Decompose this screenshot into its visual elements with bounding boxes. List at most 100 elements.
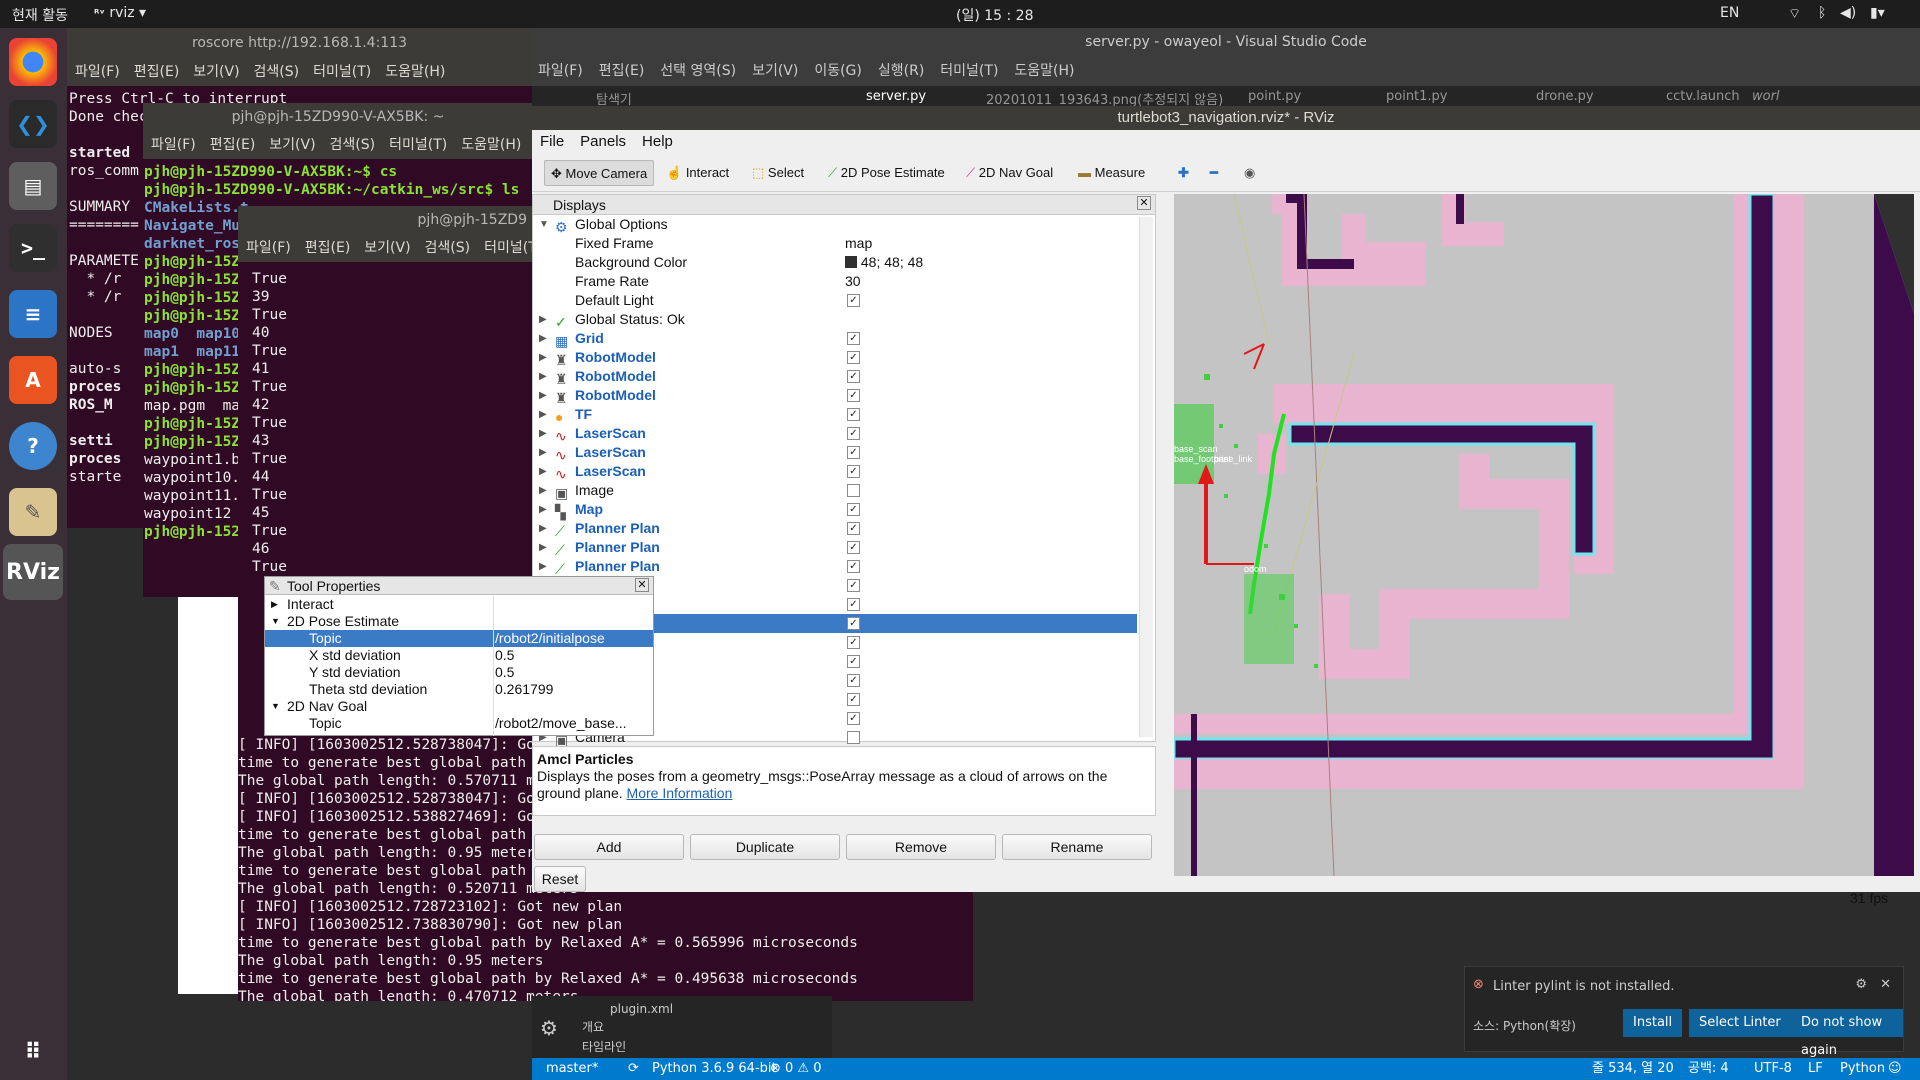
global-options-row[interactable]: ▼ ⚙ Global Options <box>533 215 1137 235</box>
rviz-menu-panels[interactable]: Panels <box>580 133 626 150</box>
tab-world[interactable]: worl <box>1752 89 1780 104</box>
pose-estimate-tool[interactable]: ⟋ 2D Pose Estimate <box>822 160 951 186</box>
display-row[interactable]: ▶ ⟋ Planner Plan ✓ <box>533 538 1137 558</box>
add-tool-icon[interactable]: ✚ <box>1172 160 1195 186</box>
display-row[interactable]: ▶ ⟋ Planner Plan ✓ <box>533 519 1137 539</box>
expand-arrow-icon[interactable]: ▶ <box>539 519 547 538</box>
show-apps-icon[interactable]: ⠿ <box>9 1028 57 1076</box>
menu-file[interactable]: 파일(F) <box>246 240 291 256</box>
bluetooth-icon[interactable]: ᛒ <box>1818 5 1826 21</box>
y-std-row[interactable]: Y std deviation 0.5 <box>265 664 653 681</box>
display-checkbox[interactable]: ✓ <box>847 541 860 554</box>
menu-edit[interactable]: 편집(E) <box>305 240 351 256</box>
fixed-frame-row[interactable]: Fixed Frame map <box>533 234 1137 253</box>
display-checkbox[interactable]: ✓ <box>847 503 860 516</box>
duplicate-button[interactable]: Duplicate <box>690 834 840 860</box>
display-checkbox[interactable]: ✓ <box>847 465 860 478</box>
menu-help[interactable]: 도움말(H) <box>385 64 445 80</box>
vs-menu-file[interactable]: 파일(F) <box>538 63 583 79</box>
display-checkbox[interactable]: ✓ <box>847 636 860 649</box>
display-checkbox[interactable]: ✓ <box>847 712 860 725</box>
app-menu[interactable]: ᴿᵛ rviz ▾ <box>94 5 146 21</box>
clock[interactable]: (일) 15 : 28 <box>956 5 1034 25</box>
python-interpreter[interactable]: Python 3.6.9 64-bit <box>652 1058 777 1080</box>
display-row[interactable]: ▶ ♜ RobotModel ✓ <box>533 348 1137 368</box>
display-row[interactable]: ▶ ⟋ Planner Plan ✓ <box>533 557 1137 577</box>
menu-edit[interactable]: 편집(E) <box>210 137 256 153</box>
display-checkbox[interactable]: ✓ <box>847 332 860 345</box>
display-checkbox[interactable]: ✓ <box>847 427 860 440</box>
display-row[interactable]: ▶ ∿ LaserScan ✓ <box>533 424 1137 444</box>
file-plugin-xml[interactable]: plugin.xml <box>610 1002 673 1016</box>
chrome-icon[interactable] <box>9 38 57 86</box>
display-checkbox[interactable]: ✓ <box>847 693 860 706</box>
do-not-show-button[interactable]: Do not show again <box>1791 1009 1903 1058</box>
menu-view[interactable]: 보기(V) <box>364 240 410 256</box>
expand-arrow-icon[interactable]: ▶ <box>539 367 547 386</box>
vs-menu-terminal[interactable]: 터미널(T) <box>940 63 998 79</box>
expand-arrow-icon[interactable]: ▶ <box>539 443 547 462</box>
more-information-link[interactable]: More Information <box>627 785 733 801</box>
expand-arrow-icon[interactable]: ▶ <box>539 538 547 557</box>
outline-section[interactable]: 개요 <box>582 1018 604 1035</box>
help-icon[interactable]: ? <box>9 422 57 470</box>
menu-view[interactable]: 보기(V) <box>193 64 239 80</box>
remove-button[interactable]: Remove <box>846 834 996 860</box>
menu-edit[interactable]: 편집(E) <box>134 64 180 80</box>
checkbox[interactable]: ✓ <box>847 294 860 307</box>
display-checkbox[interactable] <box>847 731 860 744</box>
display-row[interactable]: ▶ ▚ Map ✓ <box>533 500 1137 520</box>
display-row[interactable]: ▶ ● TF ✓ <box>533 405 1137 425</box>
git-branch[interactable]: master* <box>546 1058 598 1080</box>
display-checkbox[interactable]: ✓ <box>847 674 860 687</box>
files-icon[interactable]: ▤ <box>9 162 57 210</box>
menu-file[interactable]: 파일(F) <box>75 64 120 80</box>
display-row[interactable]: ▶ ♜ RobotModel ✓ <box>533 367 1137 387</box>
frame-rate-row[interactable]: Frame Rate 30 <box>533 272 1137 291</box>
indentation[interactable]: 공백: 4 <box>1688 1058 1729 1080</box>
expand-arrow-icon[interactable]: ▶ <box>539 386 547 405</box>
terminal-loop[interactable]: pjh@pjh-15ZD9 파일(F) 편집(E) 보기(V) 검색(S) 터미널(T)… <box>238 206 533 576</box>
expand-arrow-icon[interactable]: ▶ <box>539 462 547 481</box>
wifi-icon[interactable]: ⌔ <box>1788 5 1801 23</box>
explorer-header[interactable]: 탐색기 <box>596 89 632 106</box>
terminal-icon[interactable]: >_ <box>9 224 57 272</box>
display-checkbox[interactable]: ✓ <box>847 579 860 592</box>
close-icon[interactable]: ✕ <box>1137 196 1151 210</box>
scrollbar[interactable] <box>1139 217 1153 737</box>
nav-goal-row[interactable]: ▼ 2D Nav Goal <box>265 698 653 715</box>
vs-menu-go[interactable]: 이동(G) <box>814 63 862 79</box>
display-checkbox[interactable]: ✓ <box>847 655 860 668</box>
menu-search[interactable]: 검색(S) <box>254 64 300 80</box>
display-checkbox[interactable]: ✓ <box>847 560 860 573</box>
install-button[interactable]: Install <box>1623 1009 1683 1037</box>
remove-tool-icon[interactable]: ━ <box>1204 160 1224 186</box>
pose-estimate-row[interactable]: ▼ 2D Pose Estimate <box>265 613 653 630</box>
vs-menu-view[interactable]: 보기(V) <box>752 63 798 79</box>
timeline-section[interactable]: 타임라인 <box>582 1038 626 1055</box>
display-row[interactable]: ▶ ∿ LaserScan ✓ <box>533 443 1137 463</box>
expand-arrow-icon[interactable]: ▶ <box>539 481 547 500</box>
close-icon[interactable]: ✕ <box>1880 977 1891 992</box>
language-mode[interactable]: Python <box>1840 1058 1885 1080</box>
tab-cctv-launch[interactable]: cctv.launch <box>1666 89 1740 104</box>
close-icon[interactable]: ✕ <box>635 578 649 592</box>
battery-icon[interactable]: ▮▾ <box>1870 5 1885 21</box>
sync-icon[interactable]: ⟳ <box>628 1058 639 1080</box>
render-view[interactable]: base_scan base_footprint base_link odom <box>1174 194 1914 876</box>
appstore-icon[interactable]: A <box>9 356 57 404</box>
display-checkbox[interactable]: ✓ <box>847 408 860 421</box>
x-std-row[interactable]: X std deviation 0.5 <box>265 647 653 664</box>
settings-icon[interactable]: ⚙ <box>1855 977 1867 992</box>
reset-button[interactable]: Reset <box>534 866 586 892</box>
language-indicator[interactable]: EN <box>1720 5 1739 21</box>
display-row[interactable]: ▶ ▦ Grid ✓ <box>533 329 1137 349</box>
vs-menu-edit[interactable]: 편집(E) <box>599 63 645 79</box>
tab-server-py[interactable]: server.py <box>866 89 926 104</box>
rename-button[interactable]: Rename <box>1002 834 1152 860</box>
settings-gear-icon[interactable]: ⚙ <box>540 1016 558 1040</box>
menu-terminal[interactable]: 터미널(T) <box>484 240 533 256</box>
nav-topic-row[interactable]: Topic/robot2/move_base... <box>265 715 653 732</box>
tab-point1-py[interactable]: point1.py <box>1386 89 1448 104</box>
select-linter-button[interactable]: Select Linter <box>1689 1009 1791 1037</box>
